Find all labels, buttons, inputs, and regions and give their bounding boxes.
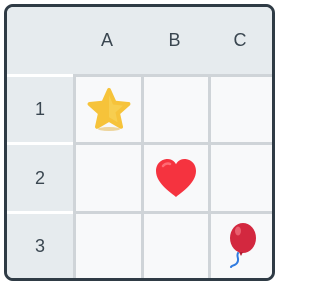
row-header-2: 2 (7, 142, 73, 211)
column-header-a: A (73, 7, 141, 74)
cell-b2[interactable] (141, 142, 208, 211)
row-header-3: 3 (7, 211, 73, 278)
grid-frame: A B C 1 2 3 (4, 4, 275, 281)
cell-b1[interactable] (141, 74, 208, 142)
row-header-1: 1 (7, 74, 73, 142)
column-header-c: C (208, 7, 272, 74)
corner-cell (7, 7, 73, 74)
cell-a3[interactable] (73, 211, 141, 278)
heart-icon (153, 157, 199, 199)
emoji-grid: A B C 1 2 3 (7, 7, 272, 278)
cell-b3[interactable] (141, 211, 208, 278)
column-header-b: B (141, 7, 208, 74)
star-icon (86, 87, 132, 133)
cell-c1[interactable] (208, 74, 272, 142)
cell-a1[interactable] (73, 74, 141, 142)
cell-a2[interactable] (73, 142, 141, 211)
balloon-icon (220, 221, 264, 271)
cell-c3[interactable] (208, 211, 272, 278)
cell-c2[interactable] (208, 142, 272, 211)
